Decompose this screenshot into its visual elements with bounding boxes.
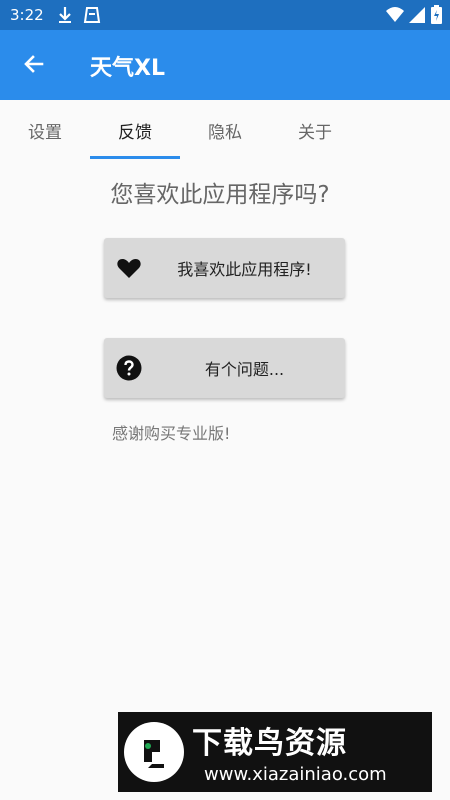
wifi-icon <box>385 5 405 29</box>
tab-about[interactable]: 关于 <box>270 100 360 160</box>
download-icon <box>56 5 74 29</box>
like-app-label: 我喜欢此应用程序! <box>177 260 312 279</box>
watermark-title: 下载鸟资源 <box>192 726 347 761</box>
status-time: 3:22 <box>10 6 44 24</box>
app-title: 天气XL <box>90 56 165 81</box>
bird-logo-icon <box>124 722 184 782</box>
tab-feedback[interactable]: 反馈 <box>90 100 180 160</box>
tab-privacy[interactable]: 隐私 <box>180 100 270 160</box>
app-bar: 天气XL <box>0 30 450 100</box>
thanks-text: 感谢购买专业版! <box>112 424 231 443</box>
tab-bar: 设置 反馈 隐私 关于 <box>0 100 450 160</box>
tab-indicator <box>90 156 180 159</box>
notification-box-icon <box>82 5 102 29</box>
signal-icon <box>408 5 426 29</box>
watermark-url: www.xiazainiao.com <box>204 764 387 785</box>
feedback-question: 您喜欢此应用程序吗? <box>110 182 330 208</box>
help-circle-icon <box>116 355 142 381</box>
watermark-banner: 下载鸟资源 www.xiazainiao.com <box>118 712 432 792</box>
heart-icon <box>116 255 142 281</box>
have-problem-label: 有个问题... <box>204 360 285 379</box>
status-bar: 3:22 <box>0 0 450 30</box>
like-app-button[interactable]: 我喜欢此应用程序! <box>104 238 345 298</box>
have-problem-button[interactable]: 有个问题... <box>104 338 345 398</box>
arrow-back-icon <box>22 52 46 80</box>
tab-settings[interactable]: 设置 <box>0 100 90 160</box>
battery-icon <box>431 5 442 29</box>
back-button[interactable] <box>18 50 50 82</box>
